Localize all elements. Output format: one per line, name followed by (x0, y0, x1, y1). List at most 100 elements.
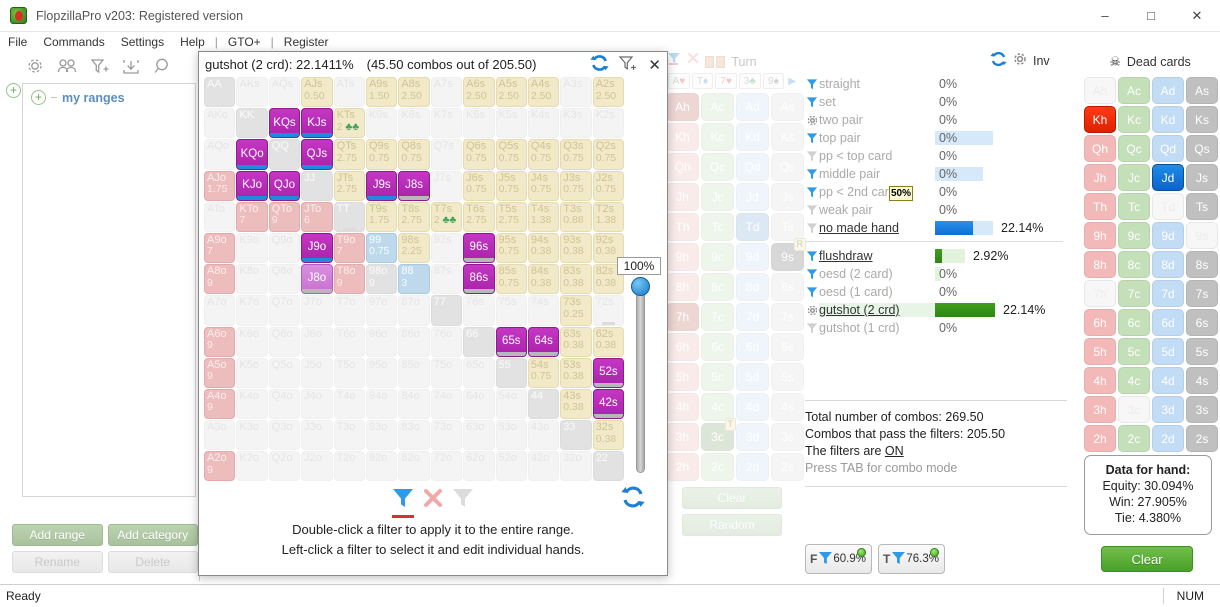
dead-card-4s[interactable]: 4s (1186, 367, 1218, 394)
hand-cell-Q9s[interactable]: Q9s 0.75 (365, 139, 398, 170)
hand-cell-74s[interactable]: 74s (527, 295, 560, 326)
dead-card-Qd[interactable]: Qd (1152, 135, 1184, 162)
filter-weight-badge[interactable]: 50% (889, 186, 914, 201)
board-card-Ad[interactable]: Ad (736, 93, 769, 121)
hand-cell-K7s[interactable]: K7s (430, 108, 463, 139)
board-card-Qs[interactable]: Qs (771, 153, 804, 181)
hand-cell-63s[interactable]: 63s 0.38 (560, 326, 592, 357)
hand-cell-K4o[interactable]: K4o (236, 388, 268, 420)
board-card-2c[interactable]: 2c (701, 453, 734, 481)
board-card-Jd[interactable]: Jd (736, 183, 769, 211)
hand-cell-J6o[interactable]: J6o (301, 326, 333, 357)
dead-card-Th[interactable]: Th (1084, 193, 1116, 220)
hand-cell-63o[interactable]: 63o (463, 420, 495, 451)
tree-item-my-ranges[interactable]: + my ranges (23, 84, 195, 105)
filter-toggle-icon[interactable] (666, 51, 682, 68)
hand-cell-AQs[interactable]: AQs (268, 77, 301, 108)
remove-filter-icon[interactable] (420, 485, 446, 514)
hand-cell-86o[interactable]: 86o (398, 326, 430, 357)
players-icon[interactable] (56, 56, 78, 76)
gear-icon[interactable] (24, 56, 46, 76)
hand-cell-94o[interactable]: 94o (365, 388, 398, 420)
hand-cell-AJo[interactable]: AJo 1.75 (204, 170, 236, 201)
dead-card-Kh[interactable]: Kh (1084, 106, 1116, 133)
hand-cell-T4o[interactable]: T4o (333, 388, 365, 420)
funnel-grey-icon[interactable] (805, 204, 819, 217)
board-card-9h[interactable]: 9h (666, 243, 699, 271)
board-card-5d[interactable]: 5d (736, 363, 769, 391)
hand-cell-A8o[interactable]: A8o 9 (204, 264, 236, 295)
dead-card-2c[interactable]: 2c (1118, 425, 1150, 452)
dead-card-Td[interactable]: Td (1152, 193, 1184, 220)
hand-cell-QQ[interactable]: QQ (268, 139, 301, 170)
board-card-6d[interactable]: 6d (736, 333, 769, 361)
hand-cell-T7o[interactable]: T7o (333, 295, 365, 326)
hand-cell-87o[interactable]: 87o (398, 295, 430, 326)
hand-cell-73s[interactable]: 73s 0.25 (560, 295, 592, 326)
hand-cell-JTo[interactable]: JTo 6 (301, 201, 333, 232)
hand-cell-75o[interactable]: 75o (430, 357, 463, 388)
hand-cell-KJo[interactable]: KJo (236, 170, 268, 201)
board-card-2h[interactable]: 2h (666, 453, 699, 481)
close-button[interactable]: ✕ (1174, 0, 1220, 32)
hand-cell-52o[interactable]: 52o (495, 451, 527, 482)
dead-card-Ah[interactable]: Ah (1084, 77, 1116, 104)
hand-cell-97o[interactable]: 97o (365, 295, 398, 326)
clear-filters-icon[interactable] (686, 51, 700, 68)
hand-cell-KTo[interactable]: KTo 7 (236, 201, 268, 232)
import-icon[interactable] (120, 56, 142, 76)
hand-cell-Q8s[interactable]: Q8s 0.75 (398, 139, 430, 170)
inactive-filter-icon[interactable] (450, 485, 476, 514)
board-card-3c[interactable]: 3c T (701, 418, 736, 451)
hand-cell-J7o[interactable]: J7o (301, 295, 333, 326)
board-card-2d[interactable]: 2d (736, 453, 769, 481)
hand-cell-98o[interactable]: 98o 9 (365, 264, 398, 295)
funnel-blue-icon[interactable] (805, 250, 819, 263)
hand-cell-Q6o[interactable]: Q6o (268, 326, 301, 357)
menu-item-register[interactable]: Register (276, 35, 337, 49)
dead-card-6h[interactable]: 6h (1084, 309, 1116, 336)
menu-item-settings[interactable]: Settings (113, 35, 172, 49)
dead-card-7d[interactable]: 7d (1152, 280, 1184, 307)
funnel-grey-icon[interactable] (805, 150, 819, 163)
tree-root-expander[interactable]: + (6, 83, 21, 98)
hand-cell-64o[interactable]: 64o (463, 388, 495, 420)
dead-card-Qh[interactable]: Qh (1084, 135, 1116, 162)
board-random-button[interactable]: Random (682, 514, 782, 536)
hand-cell-J4s[interactable]: J4s 0.75 (527, 170, 560, 201)
board-card-7h[interactable]: 7h (666, 303, 699, 331)
board-card-9s[interactable]: 9s R (771, 238, 806, 271)
board-card-Ks[interactable]: Ks (771, 123, 804, 151)
hand-cell-J8s[interactable]: J8s (398, 170, 430, 201)
hand-cell-AKs[interactable]: AKs (236, 77, 268, 108)
tree-expander-icon[interactable]: + (31, 90, 46, 105)
flop-percent-button[interactable]: F 60.9% (805, 544, 872, 574)
hand-cell-K3s[interactable]: K3s (560, 108, 592, 139)
refresh-icon[interactable] (590, 54, 610, 75)
hand-cell-QTs[interactable]: QTs 2.75 (333, 139, 365, 170)
board-slot-4[interactable]: 3 ♣ (738, 73, 761, 89)
add-category-button[interactable]: Add category (107, 524, 198, 546)
hand-cell-K4s[interactable]: K4s (527, 108, 560, 139)
minimize-button[interactable]: – (1082, 0, 1128, 32)
hand-cell-J2o[interactable]: J2o (301, 451, 333, 482)
hand-cell-Q8o[interactable]: Q8o (268, 264, 301, 295)
filter-row-gutshot-2-crd-[interactable]: gutshot (2 crd) 22.14% (805, 301, 1070, 319)
hand-cell-92o[interactable]: 92o (365, 451, 398, 482)
filter-row-straight[interactable]: straight 0% (805, 75, 1070, 93)
filter-row-pp-top-card[interactable]: pp < top card 0% (805, 147, 1070, 165)
board-card-5s[interactable]: 5s (771, 363, 804, 391)
board-card-Kc[interactable]: Kc (701, 123, 734, 151)
filter-row-oesd-2-card-[interactable]: oesd (2 card) 0% (805, 265, 1070, 283)
hand-cell-T2o[interactable]: T2o (333, 451, 365, 482)
board-card-5h[interactable]: 5h (666, 363, 699, 391)
filter-row-set[interactable]: set 0% (805, 93, 1070, 111)
refresh-icon[interactable] (621, 485, 645, 512)
hand-cell-A5o[interactable]: A5o 9 (204, 357, 236, 388)
dead-card-Ad[interactable]: Ad (1152, 77, 1184, 104)
board-card-7s[interactable]: 7s (771, 303, 804, 331)
board-clear-button[interactable]: Clear (682, 487, 782, 509)
board-card-8d[interactable]: 8d (736, 273, 769, 301)
funnel-blue-icon[interactable] (805, 286, 819, 299)
hand-cell-K9s[interactable]: K9s (365, 108, 398, 139)
